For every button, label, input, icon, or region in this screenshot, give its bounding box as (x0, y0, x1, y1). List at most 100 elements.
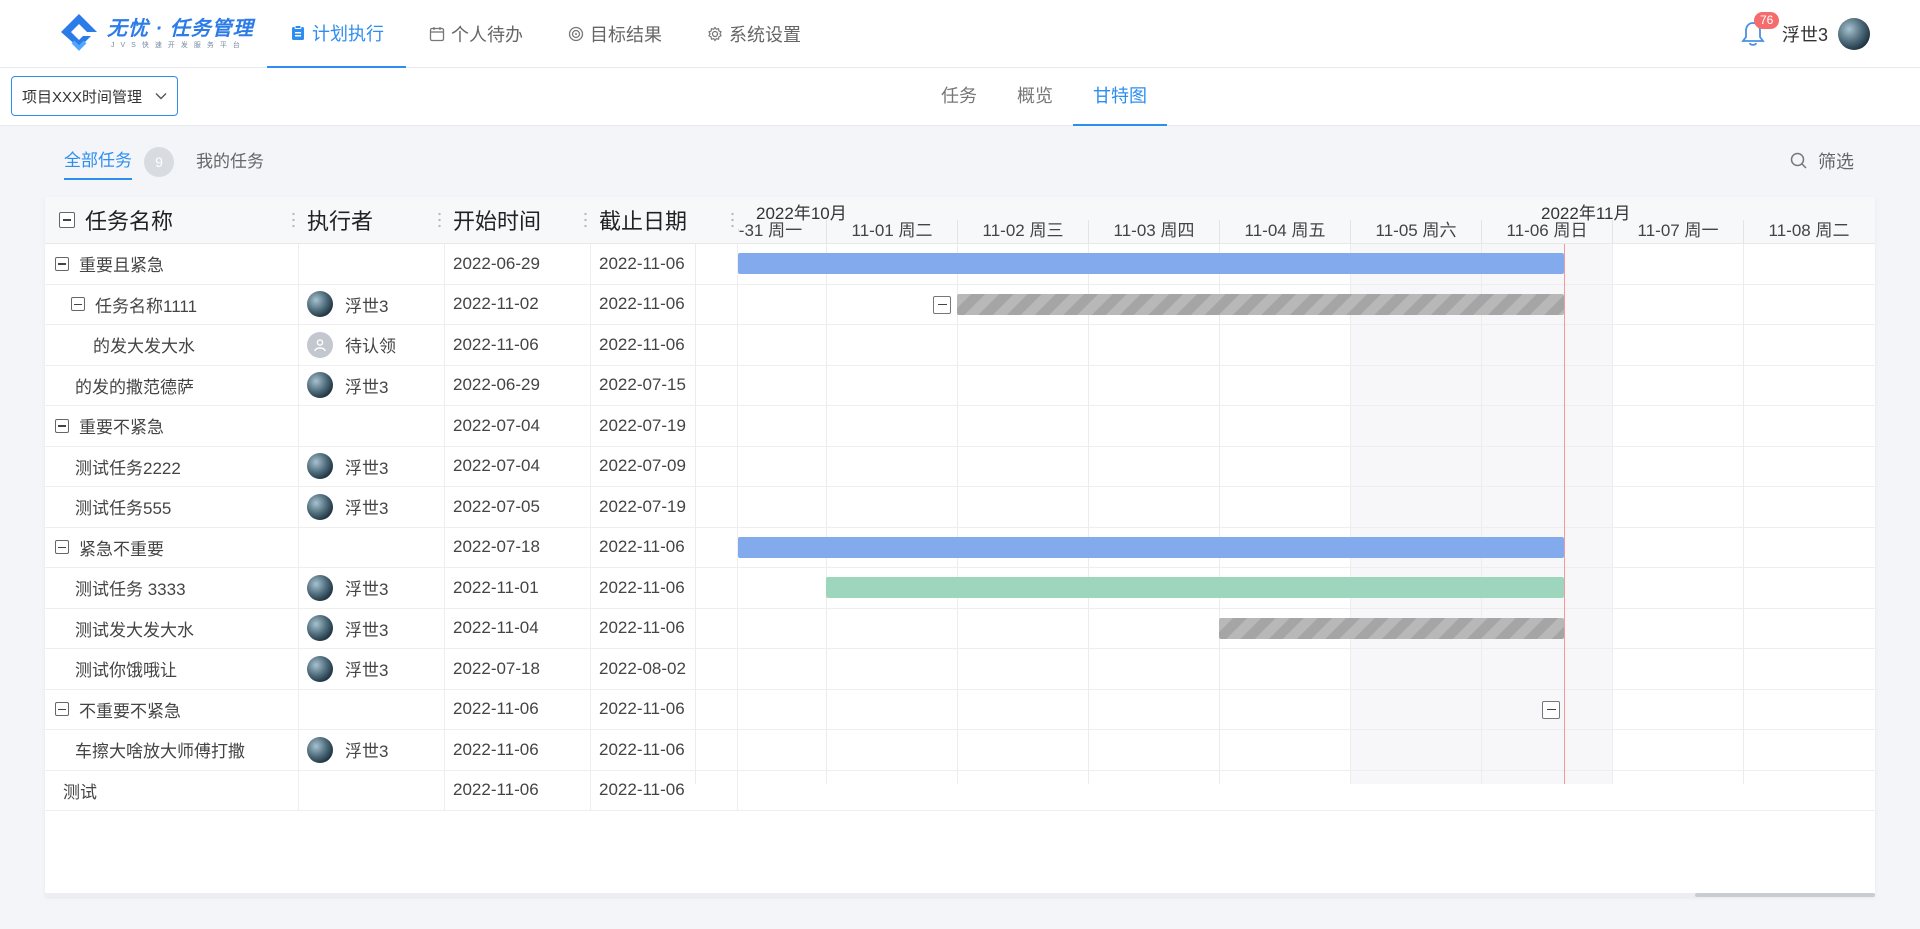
task-name-cell[interactable]: 测试发大发大水 (45, 608, 299, 648)
collapse-toggle[interactable] (55, 418, 69, 433)
task-name-cell[interactable]: 的发的撒范德萨 (45, 365, 299, 405)
user-name[interactable]: 浮世3 (1782, 21, 1828, 47)
task-row[interactable]: 测试任务2222 浮世3 2022-07-04 2022-07-09 (45, 446, 738, 487)
due-date-cell[interactable]: 2022-07-09 (591, 446, 738, 486)
assignee-cell[interactable]: 浮世3 (299, 568, 445, 608)
task-name-cell[interactable]: 测试任务555 (45, 487, 299, 527)
assignee-cell[interactable] (299, 527, 445, 567)
task-name-cell[interactable]: 测试你饿哦让 (45, 649, 299, 689)
collapse-all-toggle[interactable] (59, 212, 75, 228)
task-bar[interactable] (1219, 617, 1564, 639)
header-task-name[interactable]: 任务名称 (45, 197, 299, 243)
task-name-cell[interactable]: 不重要不紧急 (45, 689, 299, 729)
task-name-cell[interactable]: 重要且紧急 (45, 244, 299, 284)
assignee-cell[interactable]: 浮世3 (299, 487, 445, 527)
task-row[interactable]: 紧急不重要 2022-07-18 2022-11-06 (45, 527, 738, 568)
task-row[interactable]: 重要且紧急 2022-06-29 2022-11-06 (45, 244, 738, 285)
start-date-cell[interactable]: 2022-07-18 (445, 649, 591, 689)
nav-system-settings[interactable]: 系统设置 (684, 0, 823, 68)
assignee-cell[interactable]: 浮世3 (299, 284, 445, 324)
task-name-cell[interactable]: 紧急不重要 (45, 527, 299, 567)
notification-button[interactable]: 76 (1740, 12, 1780, 48)
assignee-cell[interactable] (299, 244, 445, 284)
column-resize-handle[interactable] (292, 211, 295, 229)
start-date-cell[interactable]: 2022-06-29 (445, 365, 591, 405)
due-date-cell[interactable]: 2022-07-15 (591, 365, 738, 405)
filter-button[interactable]: 筛选 (1790, 148, 1854, 174)
due-date-cell[interactable]: 2022-11-06 (591, 284, 738, 324)
task-row[interactable]: 车擦大啥放大师傅打撒 浮世3 2022-11-06 2022-11-06 (45, 730, 738, 771)
start-date-cell[interactable]: 2022-11-06 (445, 770, 591, 810)
horizontal-scrollbar[interactable] (45, 893, 1875, 897)
project-select[interactable]: 项目XXX时间管理 (11, 76, 178, 116)
due-date-cell[interactable]: 2022-11-06 (591, 770, 738, 810)
start-date-cell[interactable]: 2022-06-29 (445, 244, 591, 284)
collapse-toggle[interactable] (55, 256, 69, 271)
collapse-toggle[interactable] (55, 540, 69, 555)
due-date-cell[interactable]: 2022-11-06 (591, 689, 738, 729)
task-row[interactable]: 的发大发大水 待认领 2022-11-06 2022-11-06 (45, 325, 738, 366)
app-logo[interactable]: 无忧 · 任务管理 JVS快速开发服务平台 (57, 10, 254, 58)
due-date-cell[interactable]: 2022-08-02 (591, 649, 738, 689)
task-name-cell[interactable]: 任务名称1111 (45, 284, 299, 324)
tab-all-tasks[interactable]: 全部任务 (64, 144, 132, 180)
task-row[interactable]: 测试任务555 浮世3 2022-07-05 2022-07-19 (45, 487, 738, 528)
tab-gantt[interactable]: 甘特图 (1073, 68, 1167, 126)
assignee-cell[interactable] (299, 770, 445, 810)
assignee-cell[interactable]: 待认领 (299, 325, 445, 365)
due-date-cell[interactable]: 2022-11-06 (591, 325, 738, 365)
assignee-cell[interactable]: 浮世3 (299, 365, 445, 405)
tab-overview[interactable]: 概览 (997, 68, 1073, 126)
task-bar[interactable] (826, 577, 1564, 598)
start-date-cell[interactable]: 2022-11-02 (445, 284, 591, 324)
due-date-cell[interactable]: 2022-07-19 (591, 487, 738, 527)
start-date-cell[interactable]: 2022-07-04 (445, 406, 591, 446)
task-row[interactable]: 的发的撒范德萨 浮世3 2022-06-29 2022-07-15 (45, 365, 738, 406)
due-date-cell[interactable]: 2022-11-06 (591, 608, 738, 648)
tab-my-tasks[interactable]: 我的任务 (196, 144, 264, 180)
start-date-cell[interactable]: 2022-11-06 (445, 730, 591, 770)
assignee-cell[interactable]: 浮世3 (299, 446, 445, 486)
task-name-cell[interactable]: 测试任务2222 (45, 446, 299, 486)
task-bar[interactable] (738, 536, 1564, 558)
task-row[interactable]: 测试你饿哦让 浮世3 2022-07-18 2022-08-02 (45, 649, 738, 690)
task-name-cell[interactable]: 重要不紧急 (45, 406, 299, 446)
task-name-cell[interactable]: 测试任务 3333 (45, 568, 299, 608)
task-row[interactable]: 测试发大发大水 浮世3 2022-11-04 2022-11-06 (45, 608, 738, 649)
nav-goal-results[interactable]: 目标结果 (545, 0, 684, 68)
due-date-cell[interactable]: 2022-07-19 (591, 406, 738, 446)
collapse-toggle[interactable] (71, 297, 85, 312)
due-date-cell[interactable]: 2022-11-06 (591, 244, 738, 284)
task-row[interactable]: 任务名称1111 浮世3 2022-11-02 2022-11-06 (45, 284, 738, 325)
assignee-cell[interactable]: 浮世3 (299, 608, 445, 648)
collapse-toggle[interactable] (55, 702, 69, 717)
start-date-cell[interactable]: 2022-11-06 (445, 325, 591, 365)
start-date-cell[interactable]: 2022-11-06 (445, 689, 591, 729)
assignee-cell[interactable] (299, 406, 445, 446)
nav-personal-todo[interactable]: 个人待办 (406, 0, 545, 68)
task-bar[interactable] (738, 253, 1564, 274)
user-avatar[interactable] (1838, 18, 1870, 50)
start-date-cell[interactable]: 2022-11-04 (445, 608, 591, 648)
bar-collapse-toggle[interactable] (933, 295, 951, 314)
start-date-cell[interactable]: 2022-07-18 (445, 527, 591, 567)
nav-plan-execution[interactable]: 计划执行 (267, 0, 406, 68)
task-name-cell[interactable]: 测试 (45, 770, 299, 810)
header-assignee[interactable]: 执行者 (299, 197, 445, 243)
due-date-cell[interactable]: 2022-11-06 (591, 527, 738, 567)
task-bar[interactable] (957, 293, 1564, 315)
assignee-cell[interactable]: 浮世3 (299, 730, 445, 770)
start-date-cell[interactable]: 2022-07-05 (445, 487, 591, 527)
start-date-cell[interactable]: 2022-07-04 (445, 446, 591, 486)
header-start-date[interactable]: 开始时间 (445, 197, 591, 243)
task-row[interactable]: 测试 2022-11-06 2022-11-06 (45, 770, 738, 811)
assignee-cell[interactable] (299, 689, 445, 729)
due-date-cell[interactable]: 2022-11-06 (591, 568, 738, 608)
start-date-cell[interactable]: 2022-11-01 (445, 568, 591, 608)
tab-tasks[interactable]: 任务 (921, 68, 997, 126)
task-name-cell[interactable]: 车擦大啥放大师傅打撒 (45, 730, 299, 770)
task-row[interactable]: 重要不紧急 2022-07-04 2022-07-19 (45, 406, 738, 447)
column-resize-handle[interactable] (584, 211, 587, 229)
column-resize-handle[interactable] (438, 211, 441, 229)
group-collapse-toggle[interactable] (1542, 700, 1560, 719)
